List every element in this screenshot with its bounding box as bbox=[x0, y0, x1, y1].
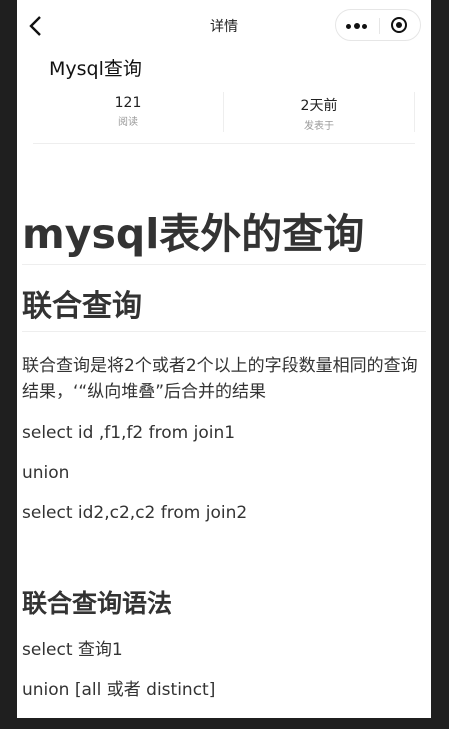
article-heading-2: 联合查询 bbox=[22, 283, 426, 332]
target-icon[interactable] bbox=[391, 17, 407, 33]
article-body: mysql表外的查询 联合查询 联合查询是将2个或者2个以上的字段数量相同的查询… bbox=[22, 150, 426, 703]
capsule-divider bbox=[379, 18, 380, 34]
article-code-line: select id ,f1,f2 from join1 bbox=[22, 423, 236, 443]
stat-published: 2天前 发表于 bbox=[224, 92, 415, 132]
stat-published-label: 发表于 bbox=[304, 121, 334, 132]
article-paragraph-intro: 联合查询是将2个或者2个以上的字段数量相同的查询结果，‘“纵向堆叠”后合并的结果 bbox=[22, 356, 418, 402]
post-title: Mysql查询 bbox=[49, 58, 142, 80]
mini-program-capsule bbox=[335, 9, 421, 41]
stat-views: 121 阅读 bbox=[33, 92, 224, 132]
stat-views-value: 121 bbox=[114, 95, 142, 111]
stat-published-value: 2天前 bbox=[300, 98, 338, 114]
article-code-line: select id2,c2,c2 from join2 bbox=[22, 503, 248, 523]
stat-views-label: 阅读 bbox=[118, 117, 138, 128]
post-stats: 121 阅读 2天前 发表于 bbox=[33, 92, 415, 144]
article-syntax-line: union [all 或者 distinct] bbox=[22, 680, 216, 700]
phone-screen: 详情 Mysql查询 121 阅读 2天前 发表于 mysql表外的查询 联合查… bbox=[17, 0, 431, 718]
article-heading-3: 联合查询语法 bbox=[22, 589, 173, 618]
nav-bar: 详情 bbox=[17, 0, 431, 50]
article-heading-1: mysql表外的查询 bbox=[22, 150, 426, 265]
more-icon[interactable] bbox=[346, 22, 368, 30]
article-syntax-line: select 查询1 bbox=[22, 640, 123, 660]
article-code-line: union bbox=[22, 463, 70, 483]
